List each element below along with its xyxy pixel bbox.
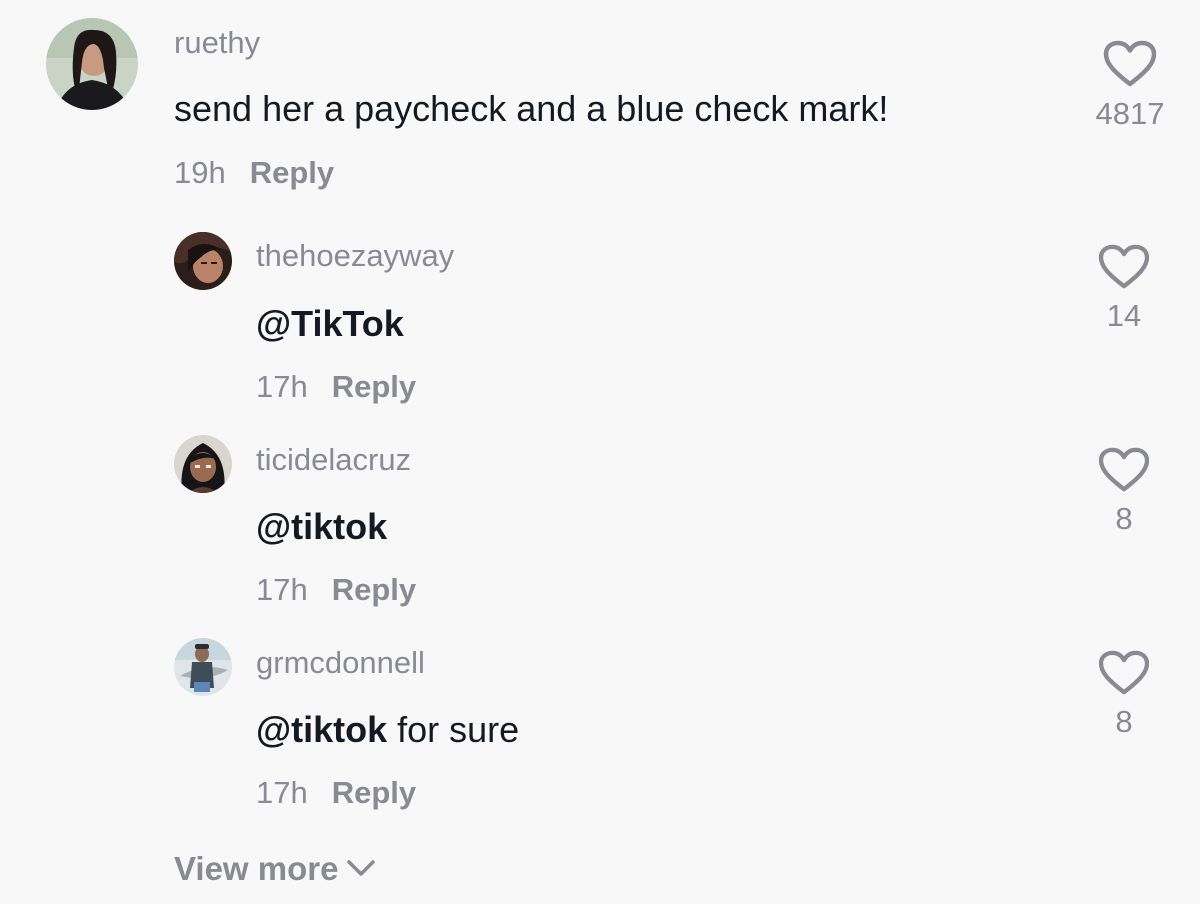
like-count: 8: [1115, 704, 1133, 739]
comment-meta: 17h Reply: [256, 777, 416, 808]
comment-username[interactable]: ruethy: [174, 27, 260, 58]
like-button[interactable]: 8: [1069, 447, 1179, 534]
avatar[interactable]: [46, 18, 138, 110]
mention-link[interactable]: @tiktok: [256, 709, 387, 750]
comment-text-rest: for sure: [387, 709, 520, 750]
comment-timestamp: 19h: [174, 155, 226, 190]
heart-outline-icon: [1103, 40, 1157, 87]
comment-text: @tiktok for sure: [256, 712, 519, 748]
avatar-image: [46, 18, 138, 110]
avatar[interactable]: [174, 638, 232, 696]
comment-meta: 17h Reply: [256, 371, 416, 402]
heart-outline-icon: [1098, 447, 1150, 492]
avatar[interactable]: [174, 435, 232, 493]
mention-link[interactable]: @TikTok: [256, 303, 404, 344]
like-button[interactable]: 14: [1069, 244, 1179, 331]
comment-meta: 19h Reply: [174, 157, 334, 188]
chevron-down-icon: [347, 860, 376, 877]
reply-button[interactable]: Reply: [332, 572, 416, 607]
like-count: 4817: [1095, 96, 1165, 131]
comment-text: @TikTok: [256, 306, 404, 342]
comment-text: send her a paycheck and a blue check mar…: [174, 88, 889, 129]
comment-username[interactable]: ticidelacruz: [256, 444, 411, 475]
comment-meta: 17h Reply: [256, 574, 416, 605]
view-more-label: View more: [174, 850, 339, 887]
like-count: 14: [1106, 298, 1142, 333]
mention-link[interactable]: @tiktok: [256, 506, 387, 547]
avatar[interactable]: [174, 232, 232, 290]
comment-timestamp: 17h: [256, 775, 308, 810]
view-more-button[interactable]: View more: [174, 852, 376, 885]
comments-panel: ruethy send her a paycheck and a blue ch…: [0, 0, 1200, 904]
like-button[interactable]: 8: [1069, 650, 1179, 737]
reply-button[interactable]: Reply: [332, 775, 416, 810]
avatar-image: [174, 232, 232, 290]
reply-button[interactable]: Reply: [250, 155, 334, 190]
reply-button[interactable]: Reply: [332, 369, 416, 404]
heart-outline-icon: [1098, 650, 1150, 695]
comment-username[interactable]: grmcdonnell: [256, 647, 425, 678]
like-button[interactable]: 4817: [1075, 40, 1185, 129]
comment-timestamp: 17h: [256, 572, 308, 607]
comment-timestamp: 17h: [256, 369, 308, 404]
avatar-image: [174, 435, 232, 493]
heart-outline-icon: [1098, 244, 1150, 289]
avatar-image: [174, 638, 232, 696]
like-count: 8: [1115, 501, 1133, 536]
comment-username[interactable]: thehoezayway: [256, 240, 454, 271]
comment-text: @tiktok: [256, 509, 387, 545]
